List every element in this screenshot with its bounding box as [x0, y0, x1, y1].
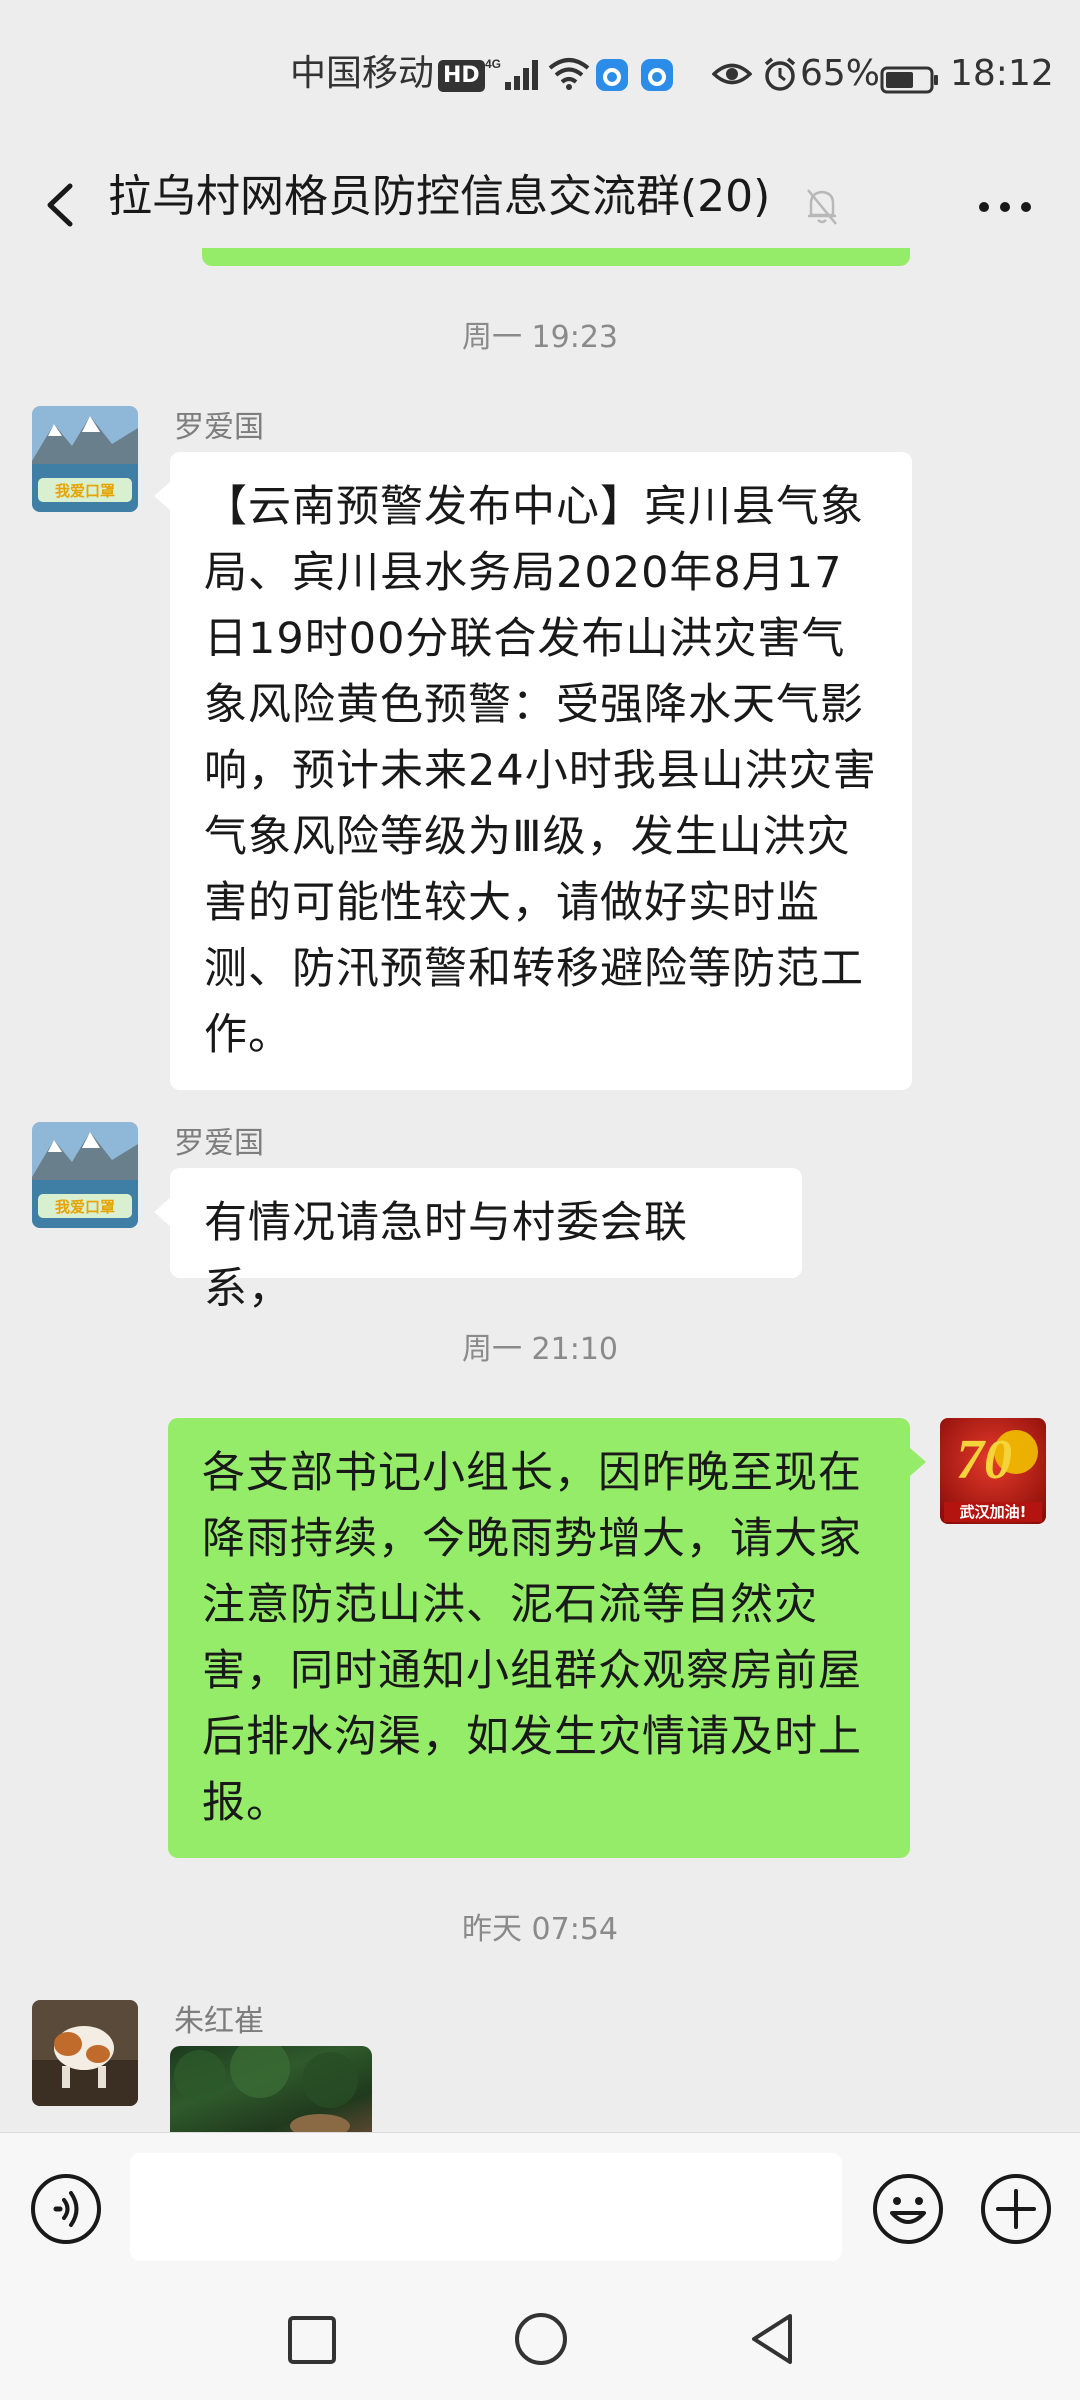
- sender-name: 罗爱国: [174, 1126, 264, 1161]
- avatar[interactable]: [32, 2000, 138, 2106]
- back-icon[interactable]: [32, 170, 92, 240]
- avatar-badge-text: 武汉加油!: [960, 1503, 1027, 1521]
- message-timestamp: 周一 19:23: [462, 320, 618, 355]
- mute-bell-icon: [804, 186, 840, 226]
- avatar[interactable]: 我爱口罩: [32, 1122, 138, 1228]
- alarm-icon: [762, 56, 798, 103]
- recent-apps-icon[interactable]: [282, 2310, 342, 2370]
- emoji-icon[interactable]: [870, 2171, 946, 2247]
- app-icon: [640, 58, 674, 103]
- previous-message-bubble[interactable]: [202, 248, 910, 266]
- voice-icon[interactable]: [28, 2171, 104, 2247]
- outgoing-message-bubble[interactable]: 各支部书记小组长，因昨晚至现在降雨持续，今晚雨势增大，请大家注意防范山洪、泥石流…: [168, 1418, 926, 1858]
- back-triangle-icon[interactable]: [742, 2308, 802, 2370]
- system-navigation-bar: [0, 2282, 1080, 2400]
- clock-time: 18:12: [950, 53, 1054, 94]
- wifi-icon: [548, 56, 590, 103]
- incoming-message-bubble[interactable]: 【云南预警发布中心】宾川县气象局、宾川县水务局2020年8月17日19时00分联…: [154, 452, 912, 1090]
- svg-text:4G: 4G: [485, 57, 501, 71]
- image-message[interactable]: [170, 2046, 372, 2132]
- avatar[interactable]: 70 武汉加油!: [940, 1418, 1046, 1524]
- home-icon[interactable]: [510, 2308, 572, 2370]
- chat-input-bar: [0, 2132, 1080, 2283]
- app-icon: [595, 58, 629, 103]
- battery-percent: 65%: [800, 53, 881, 94]
- message-timestamp: 昨天 07:54: [462, 1912, 618, 1947]
- sender-name: 罗爱国: [174, 410, 264, 445]
- plus-icon[interactable]: [978, 2171, 1054, 2247]
- battery-icon: [880, 62, 940, 106]
- signal-4g-icon: 4G: [485, 56, 541, 103]
- hd-icon: HD: [438, 60, 485, 92]
- carrier-label: 中国移动: [290, 53, 435, 94]
- status-bar: 中国移动 HD 4G 65% 18:12: [0, 0, 1080, 160]
- chat-header: 拉乌村网格员防控信息交流群(20): [0, 150, 1080, 260]
- incoming-message-bubble[interactable]: 有情况请急时与村委会联系，: [154, 1168, 802, 1314]
- message-input[interactable]: [130, 2153, 842, 2261]
- avatar-badge-text: 我爱口罩: [55, 1198, 115, 1216]
- message-timestamp: 周一 21:10: [462, 1332, 618, 1367]
- avatar[interactable]: 我爱口罩: [32, 406, 138, 512]
- sender-name: 朱红崔: [174, 2004, 264, 2039]
- more-icon[interactable]: [970, 170, 1040, 240]
- eye-icon: [711, 56, 753, 100]
- avatar-badge-text: 我爱口罩: [55, 482, 115, 500]
- chat-title: 拉乌村网格员防控信息交流群(20): [108, 171, 771, 222]
- avatar-number: 70: [956, 1429, 1012, 1491]
